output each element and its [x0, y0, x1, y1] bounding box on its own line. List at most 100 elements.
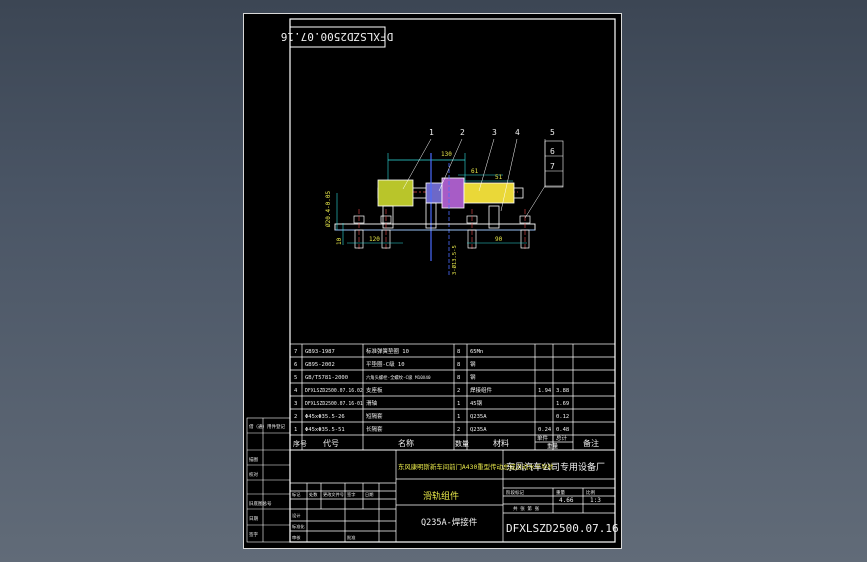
- callout-5: 5: [550, 128, 555, 137]
- company-name: 东风汽车公司专用设备厂: [506, 461, 605, 473]
- side-archive: 旧底图总号: [249, 500, 272, 507]
- bolt-right: [519, 209, 531, 251]
- rev-std: 标准化: [292, 523, 305, 530]
- row1-qty: 2: [457, 427, 460, 433]
- row5-name: 六角头螺栓-全螺纹-C级 M10X40: [366, 374, 431, 381]
- row7-name: 标准弹簧垫圈 10: [366, 347, 409, 355]
- row4-name: 支座板: [366, 386, 383, 394]
- row3-code: DFXLSZD2500.07.16-01: [305, 401, 363, 407]
- callout-7: 7: [550, 162, 555, 171]
- header-weight-group: 重量: [547, 442, 559, 450]
- revision-labels: 标记 处数 更改文件号 签字 日期 设计 标准化 审核 批准: [292, 491, 373, 541]
- row4-code: DFXLSZD2500.07.16.02: [305, 388, 363, 394]
- header-qty: 数量: [455, 439, 469, 448]
- header-unit-weight: 单件: [537, 434, 549, 442]
- row6-material: 钢: [470, 360, 476, 368]
- side-trace: 描图: [249, 456, 258, 463]
- row2-code: Φ45xΦ35.5-26: [305, 414, 345, 420]
- rev-date: 日期: [365, 492, 373, 498]
- row5-qty: 8: [457, 375, 460, 381]
- row5-code: GB/T5781-2000: [305, 375, 348, 381]
- rev-design: 设计: [292, 512, 300, 519]
- base-plate: [334, 223, 536, 231]
- block-weight-label: 重量: [556, 489, 565, 496]
- header-material: 材料: [493, 438, 509, 448]
- row4-unit-weight: 1.94: [538, 388, 552, 394]
- rev-count: 处数: [309, 491, 318, 498]
- row7-qty: 8: [457, 349, 460, 355]
- row1-name: 长隔套: [366, 425, 383, 433]
- row2-name: 短隔套: [366, 412, 383, 420]
- middle-block: [441, 177, 465, 209]
- side-sign: 签字: [249, 531, 258, 538]
- bolt-left: [353, 209, 365, 251]
- callout-1: 1: [429, 128, 434, 137]
- dim-right-base: 90: [495, 236, 503, 243]
- rev-approve: 批准: [347, 534, 355, 541]
- rev-review: 审核: [292, 534, 301, 541]
- header-remark: 备注: [583, 438, 599, 448]
- dim-left-base: 120: [369, 236, 380, 243]
- row2-seq: 2: [294, 414, 297, 420]
- row1-material: Q235A: [470, 427, 487, 433]
- header-seq: 序号: [293, 439, 307, 448]
- row1-code: Φ45xΦ35.5-51: [305, 427, 345, 433]
- block-scale-label: 比例: [586, 489, 595, 496]
- long-sleeve-left: [377, 179, 414, 207]
- header-code: 代号: [323, 438, 339, 448]
- row3-material: 45钢: [470, 399, 483, 407]
- drawing-number: DFXLSZD2500.07.16: [506, 522, 619, 535]
- callout-6: 6: [550, 147, 555, 156]
- row6-name: 平垫圈-C级 10: [366, 360, 405, 368]
- parts-table: [289, 343, 616, 451]
- short-sleeve: [425, 182, 443, 204]
- block-sheet: 共 张 第 张: [513, 505, 540, 512]
- rotated-drawing-number: DFXLSZD2500.07.16: [281, 30, 394, 43]
- row6-code: GB95-2002: [305, 362, 335, 368]
- row2-material: Q235A: [470, 414, 487, 420]
- row1-unit-weight: 0.24: [538, 427, 552, 433]
- side-used-on: 借（通）用件登记: [249, 423, 285, 430]
- callout-3: 3: [492, 128, 497, 137]
- row4-total-weight: 3.88: [556, 388, 569, 394]
- assembly-view: 130 61 51 120 90 Ø20.4-0.05 10 3-Ø13.5-5: [325, 138, 564, 275]
- row4-material: 焊接组件: [470, 386, 493, 394]
- material-label: Q235A-焊接件: [421, 517, 478, 528]
- part-name: 滑轨组件: [423, 490, 459, 502]
- dim-top-length: 130: [441, 151, 452, 158]
- side-date: 日期: [249, 516, 258, 522]
- row6-seq: 6: [294, 362, 297, 368]
- dim-right-span: 61: [471, 168, 479, 175]
- block-stage: 阶段标记: [506, 489, 524, 496]
- side-strip: [246, 417, 291, 543]
- dim-vertical: 3-Ø13.5-5: [451, 245, 458, 275]
- dim-base-thk: 10: [336, 237, 343, 245]
- bolt-mid-left: [380, 209, 392, 251]
- side-check: 校对: [249, 471, 258, 478]
- row1-total-weight: 0.48: [556, 427, 569, 433]
- rev-mark: 标记: [292, 491, 301, 498]
- block-scale-value: 1:3: [590, 497, 601, 504]
- row6-qty: 8: [457, 362, 460, 368]
- row5-seq: 5: [294, 375, 297, 381]
- rev-signature: 签字: [347, 491, 355, 497]
- row2-total-weight: 0.12: [556, 414, 569, 420]
- dim-height: Ø20.4-0.05: [325, 190, 332, 227]
- row2-qty: 1: [457, 414, 460, 420]
- callout-4: 4: [515, 128, 520, 137]
- rev-change-no: 更改文件号: [323, 491, 344, 498]
- callout-2: 2: [460, 128, 465, 137]
- header-total-weight: 总计: [556, 434, 568, 442]
- row7-material: 65Mn: [470, 349, 483, 355]
- block-weight-value: 4.66: [559, 497, 574, 504]
- row4-qty: 2: [457, 388, 460, 394]
- row3-total-weight: 1.69: [556, 401, 569, 407]
- row3-name: 滑轴: [366, 399, 378, 407]
- row7-code: GB93-1987: [305, 349, 335, 355]
- drawing-sheet: DFXLSZD2500.07.16 130 61 51 120 90 Ø20.4…: [243, 13, 622, 549]
- row1-seq: 1: [294, 427, 297, 433]
- row7-seq: 7: [294, 349, 297, 355]
- row5-material: 钢: [470, 373, 476, 381]
- bolt-mid-right: [466, 209, 478, 251]
- dim-right-span2: 51: [495, 174, 503, 181]
